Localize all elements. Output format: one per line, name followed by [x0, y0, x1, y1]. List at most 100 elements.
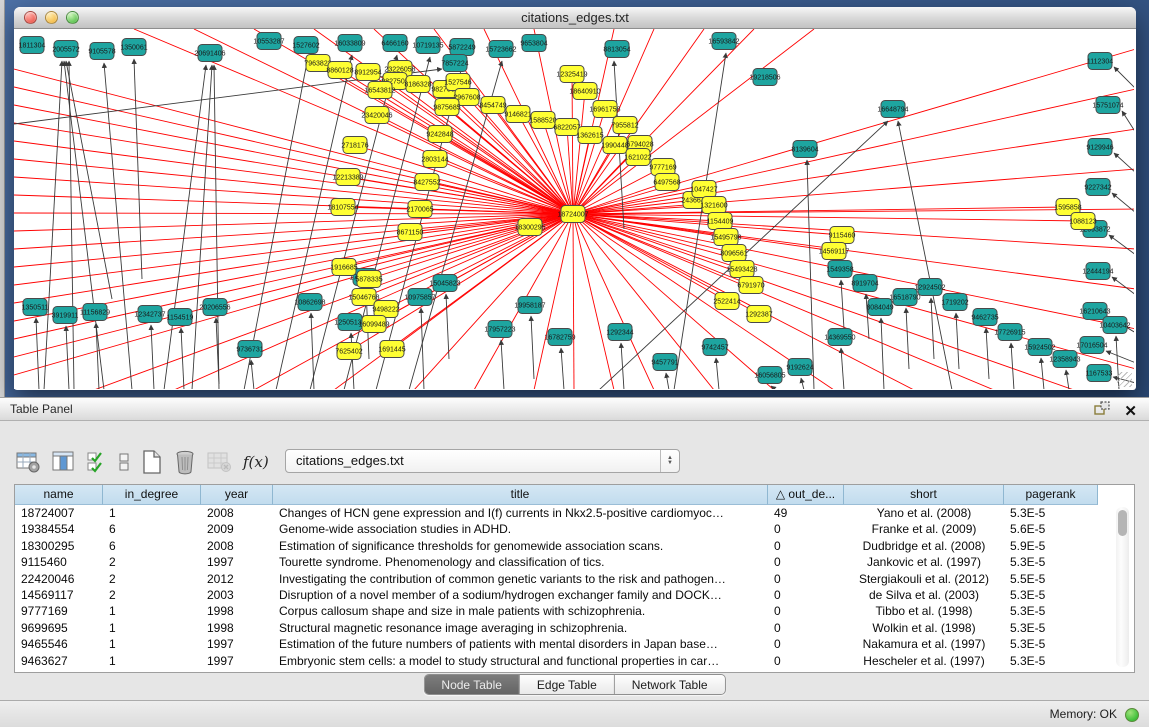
resize-grip[interactable]	[1117, 372, 1132, 387]
graph-node[interactable]: 17726915	[994, 324, 1025, 341]
graph-node[interactable]: 16099489	[358, 316, 389, 333]
graph-node[interactable]: 12924502	[914, 279, 945, 296]
graph-node[interactable]: 8671150	[397, 224, 424, 241]
graph-node[interactable]: 6791970	[737, 277, 764, 294]
graph-node[interactable]: 6497568	[653, 174, 680, 191]
graph-node[interactable]: 1549358	[826, 261, 853, 278]
graph-node[interactable]: 14569117	[819, 243, 850, 260]
graph-node[interactable]: 19958187	[514, 297, 545, 314]
graph-node[interactable]: 1362615	[576, 127, 603, 144]
graph-node[interactable]: 9777169	[649, 159, 676, 176]
tab-node-table[interactable]: Node Table	[424, 675, 519, 694]
table-row[interactable]: 911546021997Tourette syndrome. Phenomeno…	[15, 554, 1134, 570]
graph-node[interactable]: 10553287	[253, 33, 284, 50]
graph-node[interactable]: 1154409	[707, 213, 734, 230]
graph-node[interactable]: 8860128	[326, 62, 353, 79]
show-columns-icon[interactable]	[52, 450, 76, 474]
float-window-icon[interactable]	[1094, 401, 1110, 421]
network-canvas[interactable]: 1811304200557291055781350061206914061055…	[14, 29, 1134, 389]
graph-node[interactable]: 19218506	[749, 69, 780, 86]
graph-node[interactable]: 15045823	[429, 275, 460, 292]
graph-node[interactable]: 10403642	[1099, 317, 1130, 334]
select-rows-icon[interactable]	[87, 450, 107, 474]
memory-status-icon[interactable]	[1125, 708, 1139, 722]
graph-node[interactable]: 9192624	[786, 359, 813, 376]
graph-node[interactable]: 1719202	[941, 294, 968, 311]
graph-node[interactable]: 15495798	[710, 229, 741, 246]
table-row[interactable]: 1872400712008Changes of HCN gene express…	[15, 505, 1134, 521]
graph-node[interactable]: 9146821	[504, 106, 531, 123]
table-row[interactable]: 2242004622012Investigating the contribut…	[15, 571, 1134, 587]
graph-node[interactable]: 18724007	[557, 206, 588, 223]
graph-node[interactable]: 7625402	[335, 343, 362, 360]
graph-node[interactable]: 8919704	[851, 275, 878, 292]
graph-node[interactable]: 9227342	[1084, 179, 1111, 196]
graph-node[interactable]: 1916685	[330, 259, 357, 276]
minimize-window-icon[interactable]	[45, 11, 58, 24]
column-header-out_de[interactable]: △ out_de...	[768, 485, 844, 505]
delete-table-icon[interactable]	[174, 449, 196, 475]
graph-node[interactable]: 8912954	[354, 64, 381, 81]
graph-node[interactable]: 10862698	[294, 294, 325, 311]
graph-node[interactable]: 1621022	[624, 149, 651, 166]
graph-node[interactable]: 16056805	[754, 367, 785, 384]
graph-node[interactable]: 1527602	[292, 37, 319, 54]
close-panel-icon[interactable]: ✕	[1124, 403, 1137, 420]
graph-node[interactable]: 16033809	[334, 35, 365, 52]
graph-node[interactable]: 1154519	[167, 309, 194, 326]
combo-stepper-icon[interactable]: ▲▼	[660, 450, 679, 472]
table-row[interactable]: 1456911722003Disruption of a novel membe…	[15, 587, 1134, 603]
table-row[interactable]: 1938455462009Genome-wide association stu…	[15, 521, 1134, 537]
graph-node[interactable]: 9462735	[971, 309, 998, 326]
graph-node[interactable]: 8454749	[479, 97, 506, 114]
graph-node[interactable]: 7955812	[611, 117, 638, 134]
graph-node[interactable]: 9457791	[651, 354, 678, 371]
graph-node[interactable]: 9742457	[701, 339, 728, 356]
graph-node[interactable]: 6466160	[381, 35, 408, 52]
graph-node[interactable]: 12342737	[134, 306, 165, 323]
graph-node[interactable]: 1167533	[1086, 365, 1113, 382]
network-graph[interactable]: 1811304200557291055781350061206914061055…	[14, 29, 1134, 389]
column-header-title[interactable]: title	[273, 485, 768, 505]
row-mode-icon[interactable]	[118, 450, 130, 474]
graph-node[interactable]: 9653804	[520, 35, 547, 52]
table-settings-icon[interactable]	[16, 450, 41, 474]
tab-network-table[interactable]: Network Table	[614, 675, 725, 694]
graph-node[interactable]: 1292387	[745, 306, 772, 323]
table-row[interactable]: 977716911998Corpus callosum shape and si…	[15, 603, 1134, 619]
graph-node[interactable]: 1088123	[1069, 213, 1096, 230]
graph-node[interactable]: 7857224	[441, 55, 468, 72]
graph-node[interactable]: 1990448	[601, 137, 628, 154]
graph-node[interactable]: 8427552	[413, 174, 440, 191]
graph-node[interactable]: 15493428	[726, 261, 757, 278]
create-table-icon[interactable]	[141, 449, 163, 475]
graph-node[interactable]: 18107554	[327, 199, 358, 216]
graph-node[interactable]: 2718176	[341, 137, 368, 154]
table-row[interactable]: 946554611997Estimation of the future num…	[15, 636, 1134, 652]
graph-node[interactable]: 1112304	[1087, 53, 1113, 70]
function-builder-icon[interactable]: f(x)	[243, 453, 269, 471]
graph-node[interactable]: 20691406	[194, 45, 225, 62]
table-row[interactable]: 969969511998Structural magnetic resonanc…	[15, 620, 1134, 636]
graph-node[interactable]: 5878335	[355, 271, 382, 288]
graph-node[interactable]: 18300295	[514, 219, 545, 236]
graph-node[interactable]: 9875685	[433, 99, 460, 116]
graph-node[interactable]: 15924502	[1024, 339, 1055, 356]
graph-node[interactable]: 1350511	[22, 299, 49, 316]
graph-node[interactable]: 15751074	[1092, 97, 1123, 114]
graph-node[interactable]: 9242848	[426, 126, 453, 143]
graph-node[interactable]: 9736731	[236, 341, 263, 358]
graph-node[interactable]: 23420046	[361, 107, 392, 124]
graph-node[interactable]: 16961758	[589, 101, 620, 118]
graph-node[interactable]: 12444194	[1082, 263, 1113, 280]
column-header-short[interactable]: short	[844, 485, 1004, 505]
column-header-in_degree[interactable]: in_degree	[103, 485, 201, 505]
graph-node[interactable]: 14369550	[824, 329, 855, 346]
graph-node[interactable]: 18640910	[569, 83, 600, 100]
graph-node[interactable]: 1321600	[700, 197, 727, 214]
graph-node[interactable]: 11156829	[80, 304, 110, 321]
close-window-icon[interactable]	[24, 11, 37, 24]
column-header-name[interactable]: name	[15, 485, 103, 505]
graph-node[interactable]: 9115460	[829, 227, 856, 244]
graph-node[interactable]: 5872249	[448, 39, 475, 56]
